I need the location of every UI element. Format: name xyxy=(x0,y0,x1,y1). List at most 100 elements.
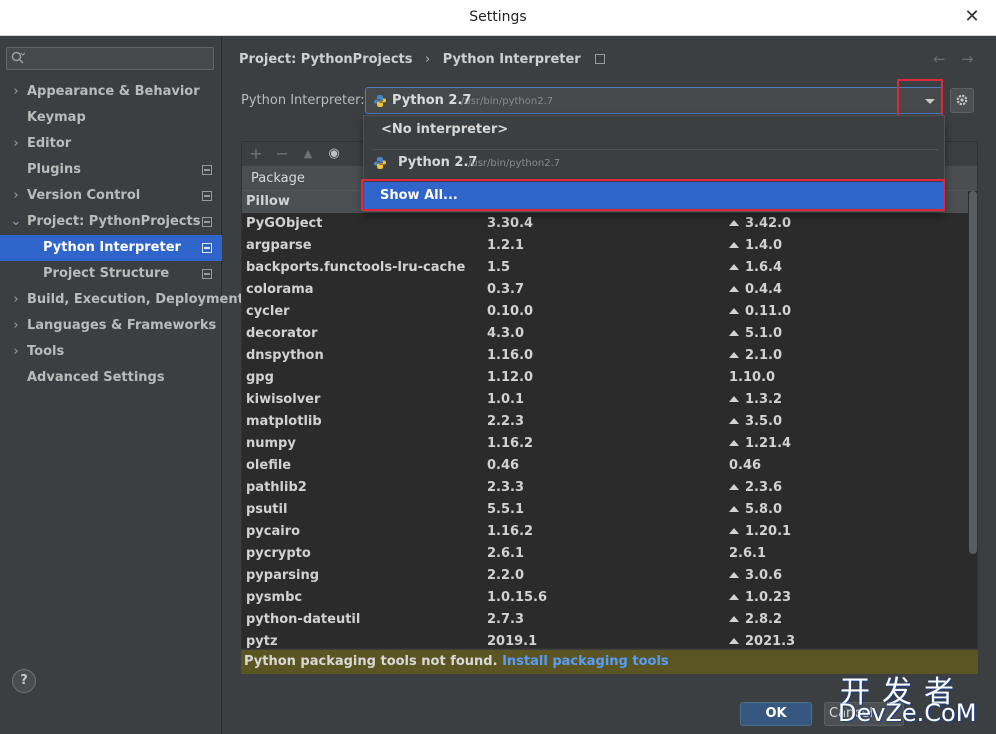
vertical-scrollbar[interactable] xyxy=(969,191,977,554)
table-rows: Pillow PyGObject 3.30.4 3.42.0 argparse 1.2.1… xyxy=(242,191,968,648)
search-input[interactable] xyxy=(6,47,214,70)
upgrade-available-icon xyxy=(729,440,739,446)
table-row[interactable]: matplotlib 2.2.3 3.5.0 xyxy=(242,411,968,433)
package-name: numpy xyxy=(246,436,296,451)
back-arrow-icon[interactable]: ← xyxy=(933,50,946,68)
table-row[interactable]: pathlib2 2.3.3 2.3.6 xyxy=(242,477,968,499)
sidebar-item-project-structure[interactable]: Project Structure xyxy=(0,261,222,287)
package-version: 1.12.0 xyxy=(487,370,534,385)
python-icon xyxy=(374,95,386,107)
table-row[interactable]: dnspython 1.16.0 2.1.0 xyxy=(242,345,968,367)
sidebar-item-advanced-settings[interactable]: Advanced Settings xyxy=(0,365,222,391)
sidebar-item-version-control[interactable]: › Version Control xyxy=(0,183,222,209)
table-row[interactable]: psutil 5.5.1 5.8.0 xyxy=(242,499,968,521)
search-icon xyxy=(11,51,25,64)
table-row[interactable]: PyGObject 3.30.4 3.42.0 xyxy=(242,213,968,235)
chevron-right-icon: › xyxy=(13,318,19,333)
table-row[interactable]: pyparsing 2.2.0 3.0.6 xyxy=(242,565,968,587)
help-button[interactable]: ? xyxy=(12,669,36,693)
column-header-package[interactable]: Package xyxy=(251,171,305,186)
upgrade-available-icon xyxy=(729,572,739,578)
table-row[interactable]: kiwisolver 1.0.1 1.3.2 xyxy=(242,389,968,411)
show-early-releases-icon[interactable]: ◉ xyxy=(325,145,343,163)
upgrade-available-icon xyxy=(729,286,739,292)
interpreter-path: /usr/bin/python2.7 xyxy=(461,96,554,107)
package-version: 1.0.15.6 xyxy=(487,590,548,605)
project-scope-icon xyxy=(202,217,212,227)
chevron-down-icon: ⌄ xyxy=(10,214,22,229)
package-name: pycrypto xyxy=(246,546,311,561)
breadcrumb-project[interactable]: Project: PythonProjects xyxy=(239,52,413,67)
sidebar-item-build-execution-deployment[interactable]: › Build, Execution, Deployment xyxy=(0,287,243,313)
gear-icon xyxy=(956,94,968,106)
interpreter-select[interactable]: Python 2.7 /usr/bin/python2.7 xyxy=(365,87,943,114)
sidebar-item-tools[interactable]: › Tools xyxy=(0,339,222,365)
table-row[interactable]: cycler 0.10.0 0.11.0 xyxy=(242,301,968,323)
package-latest-version: 3.42.0 xyxy=(729,213,791,235)
package-version: 1.16.0 xyxy=(487,348,534,363)
upgrade-available-icon xyxy=(729,506,739,512)
package-name: matplotlib xyxy=(246,414,322,429)
package-name: olefile xyxy=(246,458,292,473)
sidebar-item-keymap[interactable]: Keymap xyxy=(0,105,222,131)
package-latest-version: 1.4.0 xyxy=(729,235,782,257)
sidebar-item-editor[interactable]: › Editor xyxy=(0,131,222,157)
table-row[interactable]: colorama 0.3.7 0.4.4 xyxy=(242,279,968,301)
project-scope-icon xyxy=(595,54,606,64)
package-latest-version: 1.3.2 xyxy=(729,389,782,411)
package-latest-version: 5.8.0 xyxy=(729,499,782,521)
upgrade-available-icon xyxy=(729,264,739,270)
ok-button[interactable]: OK xyxy=(740,702,812,726)
upgrade-available-icon xyxy=(729,352,739,358)
table-row[interactable]: pysmbc 1.0.15.6 1.0.23 xyxy=(242,587,968,609)
upgrade-available-icon xyxy=(729,330,739,336)
interpreter-name: Python 2.7 xyxy=(392,93,472,108)
table-row[interactable]: pycairo 1.16.2 1.20.1 xyxy=(242,521,968,543)
sidebar-item-project[interactable]: ⌄ Project: PythonProjects xyxy=(0,209,222,235)
package-latest-version: 0.11.0 xyxy=(729,301,791,323)
table-row[interactable]: numpy 1.16.2 1.21.4 xyxy=(242,433,968,455)
upgrade-available-icon xyxy=(729,594,739,600)
table-row[interactable]: decorator 4.3.0 5.1.0 xyxy=(242,323,968,345)
package-version: 1.5 xyxy=(487,260,511,275)
close-icon[interactable]: ✕ xyxy=(962,7,982,27)
table-row[interactable]: pycrypto 2.6.1 2.6.1 xyxy=(242,543,968,565)
settings-gear-button[interactable] xyxy=(950,88,974,113)
option-python-2-7[interactable]: Python 2.7 /usr/bin/python2.7 xyxy=(364,149,944,177)
table-row[interactable]: olefile 0.46 0.46 xyxy=(242,455,968,477)
add-package-icon[interactable]: + xyxy=(247,145,265,163)
option-show-all[interactable]: Show All... xyxy=(364,182,944,210)
package-version: 2.7.3 xyxy=(487,612,525,627)
forward-arrow-icon[interactable]: → xyxy=(961,50,974,68)
table-row[interactable]: backports.functools-lru-cache 1.5 1.6.4 xyxy=(242,257,968,279)
notice-text: Python packaging tools not found. xyxy=(244,654,498,669)
dropdown-arrow-icon[interactable] xyxy=(925,99,935,104)
sidebar-item-languages-frameworks[interactable]: › Languages & Frameworks xyxy=(0,313,222,339)
remove-package-icon[interactable]: − xyxy=(273,145,291,163)
upgrade-package-icon[interactable]: ▲ xyxy=(299,145,317,163)
package-name: python-dateutil xyxy=(246,612,361,627)
upgrade-available-icon xyxy=(729,616,739,622)
breadcrumb-page: Python Interpreter xyxy=(442,52,581,67)
package-version: 1.16.2 xyxy=(487,524,534,539)
package-latest-version: 2.8.2 xyxy=(729,609,782,631)
sidebar-item-python-interpreter[interactable]: Python Interpreter xyxy=(0,235,222,261)
option-no-interpreter[interactable]: <No interpreter> xyxy=(364,116,944,144)
package-name: pycairo xyxy=(246,524,301,539)
table-row[interactable]: python-dateutil 2.7.3 2.8.2 xyxy=(242,609,968,631)
sidebar-item-appearance-behavior[interactable]: › Appearance & Behavior xyxy=(0,79,222,105)
package-version: 3.30.4 xyxy=(487,216,534,231)
package-name: kiwisolver xyxy=(246,392,321,407)
package-latest-version: 0.46 xyxy=(729,458,762,473)
package-version: 2.6.1 xyxy=(487,546,525,561)
sidebar-item-plugins[interactable]: Plugins xyxy=(0,157,222,183)
breadcrumb: Project: PythonProjects › Python Interpr… xyxy=(239,52,606,67)
table-row[interactable]: pytz 2019.1 2021.3 xyxy=(242,631,968,648)
package-version: 0.46 xyxy=(487,458,520,473)
install-packaging-tools-link[interactable]: Install packaging tools xyxy=(502,654,669,669)
package-latest-version: 2021.3 xyxy=(729,631,795,648)
table-row[interactable]: gpg 1.12.0 1.10.0 xyxy=(242,367,968,389)
project-scope-icon xyxy=(202,243,212,253)
package-latest-version: 0.4.4 xyxy=(729,279,782,301)
table-row[interactable]: argparse 1.2.1 1.4.0 xyxy=(242,235,968,257)
